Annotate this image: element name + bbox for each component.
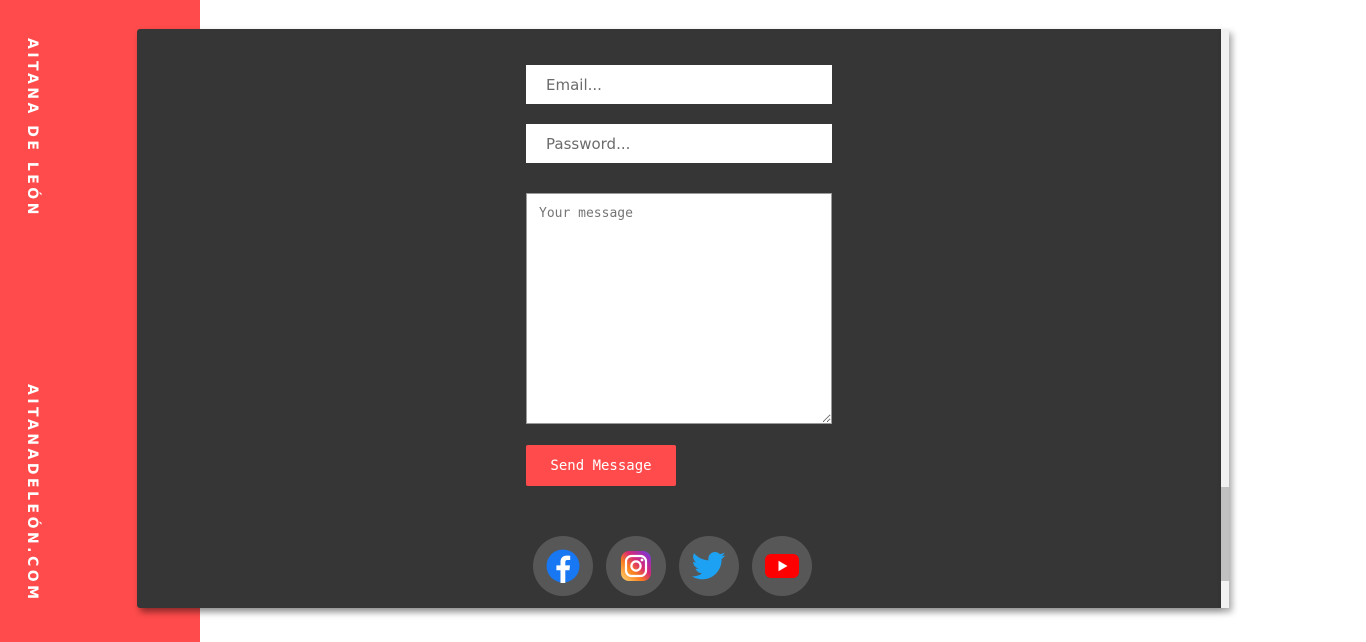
message-textarea[interactable] — [526, 193, 832, 424]
twitter-icon — [692, 551, 726, 580]
youtube-icon — [765, 554, 799, 578]
twitter-link[interactable] — [679, 536, 739, 596]
scrollbar-thumb[interactable] — [1221, 487, 1229, 581]
youtube-link[interactable] — [752, 536, 812, 596]
password-input[interactable] — [526, 124, 832, 163]
facebook-icon — [546, 549, 580, 583]
facebook-link[interactable] — [533, 536, 593, 596]
instagram-icon — [621, 551, 651, 581]
scrollbar[interactable] — [1221, 29, 1229, 608]
send-message-button[interactable]: Send Message — [526, 445, 676, 486]
instagram-link[interactable] — [606, 536, 666, 596]
sidebar-name: AITANA DE LEÓN — [24, 38, 40, 218]
sidebar-website: AITANADELEÓN.COM — [24, 384, 40, 603]
email-input[interactable] — [526, 65, 832, 104]
